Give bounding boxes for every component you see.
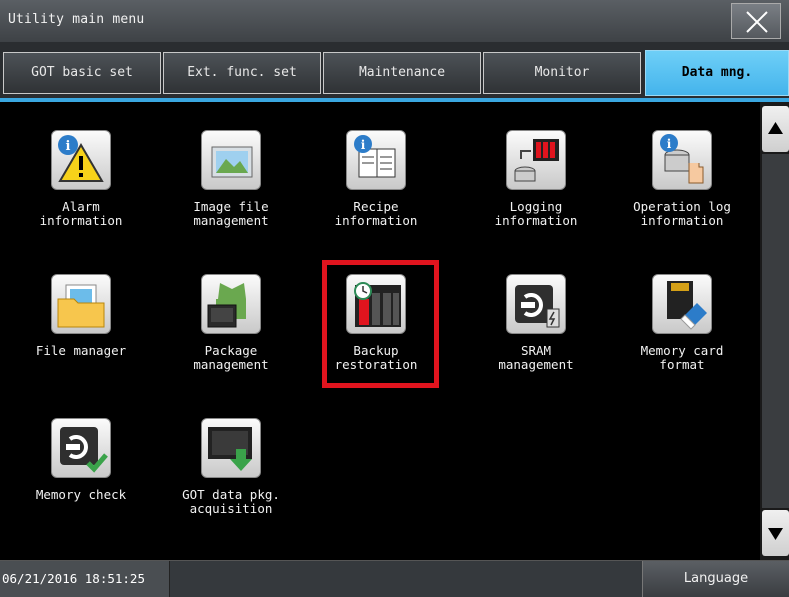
menu-item-label: Memory check — [35, 487, 127, 502]
window-title: Utility main menu — [8, 12, 145, 27]
menu-item-label: SRAM management — [498, 343, 574, 372]
menu-item-label: Alarm information — [39, 199, 123, 228]
operation-log-icon: i — [652, 130, 712, 190]
close-icon — [746, 11, 768, 33]
scroll-up-button[interactable] — [762, 106, 789, 152]
tab-ext-func-set[interactable]: Ext. func. set — [163, 52, 321, 94]
menu-item-label: Recipe information — [334, 199, 418, 228]
recipe-info-icon: i — [346, 130, 406, 190]
tab-data-mng[interactable]: Data mng. — [645, 50, 789, 96]
datetime-display: 06/21/2016 18:51:25 — [0, 561, 170, 597]
menu-item-label: Memory card format — [640, 343, 724, 372]
folder-icon — [51, 274, 111, 334]
memory-card-icon — [652, 274, 712, 334]
menu-item-got-data-pkg-acquisition[interactable]: GOT data pkg. acquisition — [161, 418, 301, 516]
menu-item-file-manager[interactable]: File manager — [11, 274, 151, 358]
menu-item-memory-check[interactable]: Memory check — [11, 418, 151, 502]
menu-item-memory-card-format[interactable]: Memory card format — [612, 274, 752, 372]
menu-item-label: Image file management — [193, 199, 269, 228]
svg-text:i: i — [667, 137, 672, 151]
tab-bar: GOT basic set Ext. func. set Maintenance… — [0, 42, 789, 102]
menu-item-package-management[interactable]: Package management — [161, 274, 301, 372]
tab-got-basic-set[interactable]: GOT basic set — [3, 52, 161, 94]
menu-item-sram-management[interactable]: SRAM management — [466, 274, 606, 372]
menu-item-logging-information[interactable]: Logging information — [466, 130, 606, 228]
menu-item-label: Package management — [193, 343, 269, 372]
svg-text:i: i — [361, 138, 366, 152]
scroll-track[interactable] — [762, 154, 789, 508]
menu-item-label: Operation log information — [633, 199, 731, 228]
menu-item-alarm-information[interactable]: i Alarm information — [11, 130, 151, 228]
logging-info-icon — [506, 130, 566, 190]
menu-grid: i Alarm information Image file managemen… — [0, 102, 760, 560]
menu-item-label: File manager — [35, 343, 127, 358]
arrow-up-icon — [768, 122, 783, 134]
scrollbar[interactable] — [760, 102, 789, 560]
memory-check-icon — [51, 418, 111, 478]
status-bar: 06/21/2016 18:51:25 Language — [0, 560, 789, 597]
data-download-icon — [201, 418, 261, 478]
menu-item-image-file-management[interactable]: Image file management — [161, 130, 301, 228]
tab-monitor[interactable]: Monitor — [483, 52, 641, 94]
alarm-info-icon: i — [51, 130, 111, 190]
menu-item-label: GOT data pkg. acquisition — [182, 487, 280, 516]
menu-item-label: Logging information — [494, 199, 578, 228]
image-file-icon — [201, 130, 261, 190]
selection-highlight — [322, 260, 439, 388]
sram-icon — [506, 274, 566, 334]
arrow-down-icon — [768, 528, 783, 540]
menu-item-operation-log-information[interactable]: i Operation log information — [612, 130, 752, 228]
tab-maintenance[interactable]: Maintenance — [323, 52, 481, 94]
package-icon — [201, 274, 261, 334]
language-button[interactable]: Language — [642, 561, 789, 597]
title-bar: Utility main menu — [0, 0, 789, 43]
menu-item-recipe-information[interactable]: i Recipe information — [306, 130, 446, 228]
svg-text:i: i — [66, 139, 71, 154]
scroll-down-button[interactable] — [762, 510, 789, 556]
close-button[interactable] — [731, 3, 781, 39]
